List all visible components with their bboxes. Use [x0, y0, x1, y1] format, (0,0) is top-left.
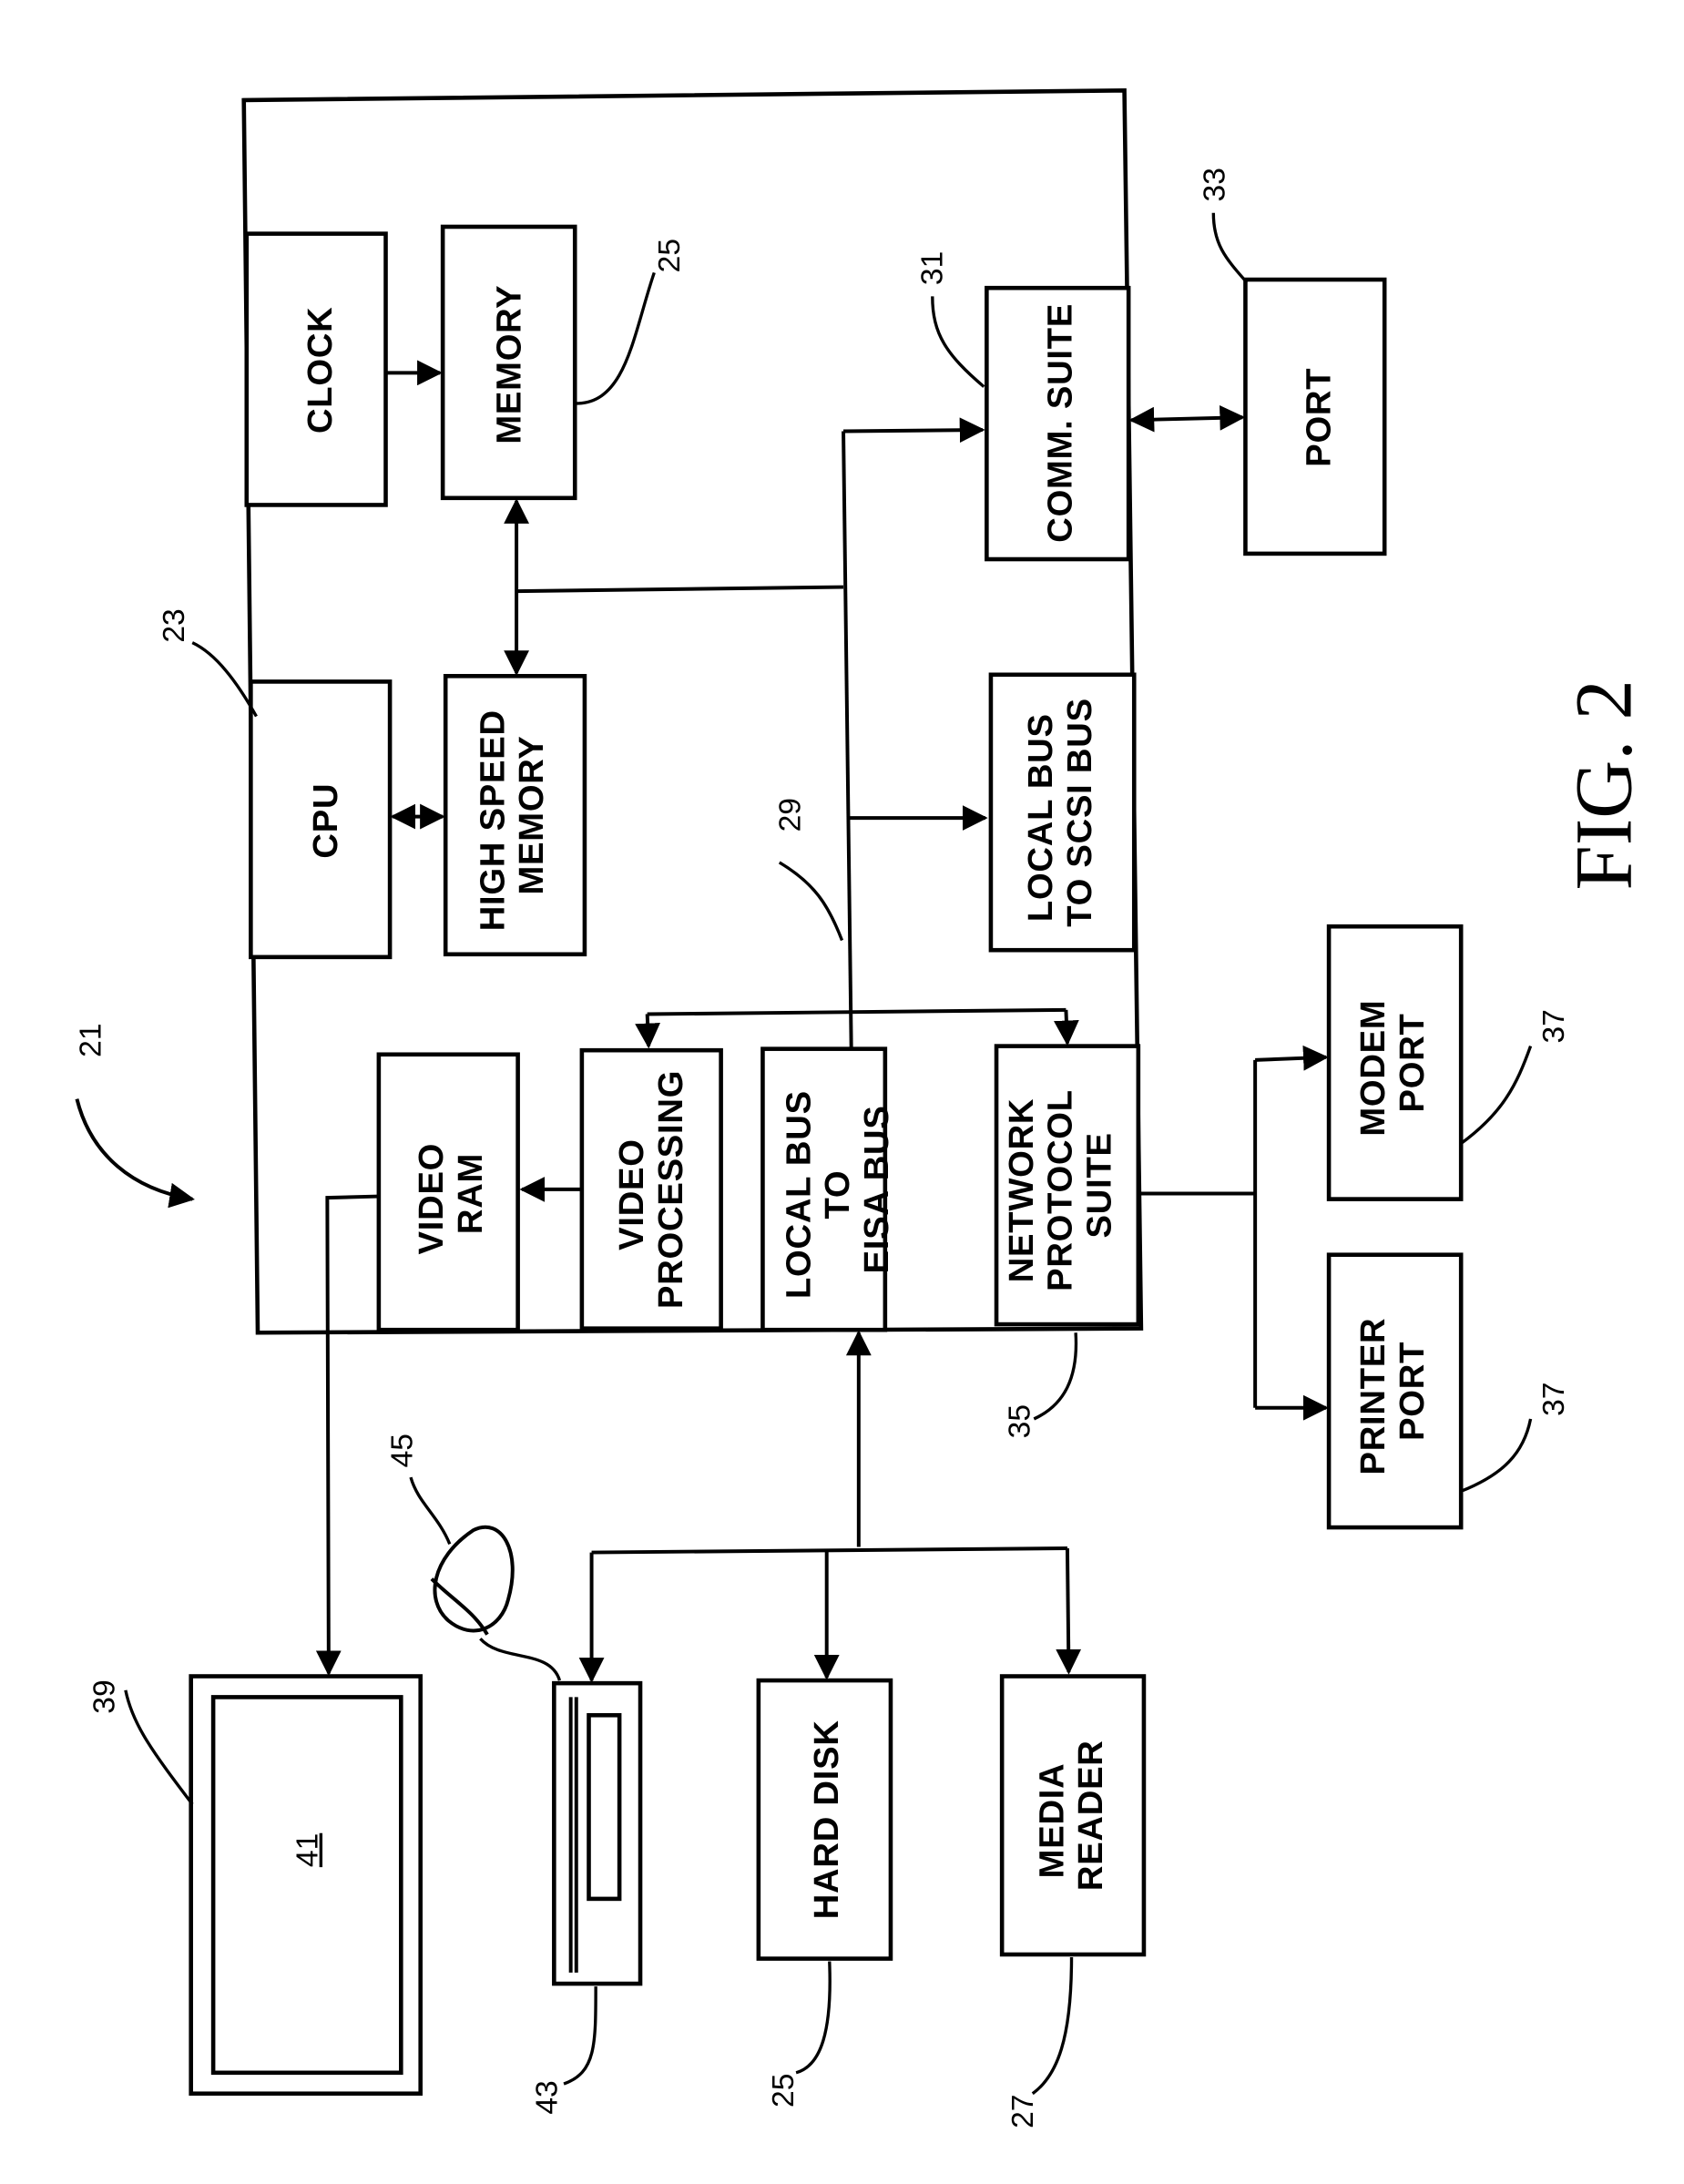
- bus-branch: [516, 585, 844, 594]
- hard-disk-label: HARD DISK: [807, 1720, 846, 1919]
- memory-block: MEMORY: [440, 224, 577, 501]
- network-protocol-suite-block: NETWORK PROTOCOL SUITE: [994, 1044, 1141, 1327]
- modem-port-block: MODEM PORT: [1326, 924, 1464, 1201]
- port-leader: [1211, 212, 1249, 284]
- port-ref: 33: [1199, 168, 1232, 201]
- printer-port-ref: 37: [1537, 1383, 1571, 1416]
- bus-ref: 29: [774, 798, 808, 832]
- video-ram-to-monitor: [315, 1194, 379, 1677]
- hard-disk-leader: [795, 1961, 832, 2075]
- system-ref: 21: [74, 1023, 107, 1056]
- high-speed-memory-block: HIGH SPEED MEMORY: [443, 674, 587, 957]
- comm-suite-ref: 31: [915, 251, 949, 285]
- mouse-ref: 45: [386, 1434, 420, 1467]
- comm-port-arrow: [1128, 404, 1246, 433]
- local-bus-scsi-label: LOCAL BUS TO SCSI BUS: [1021, 698, 1099, 927]
- hard-disk-block: HARD DISK: [756, 1678, 893, 1961]
- mouse-leader: [409, 1476, 452, 1546]
- media-reader-ref: 27: [1006, 2095, 1040, 2128]
- netproto-ref: 35: [1004, 1404, 1037, 1438]
- keyboard-leader: [563, 1986, 597, 2086]
- port-label: PORT: [1300, 368, 1339, 467]
- cpu-block: CPU: [249, 679, 393, 960]
- media-reader-block: MEDIA READER: [999, 1674, 1147, 1957]
- keyboard-ref: 43: [530, 2080, 564, 2114]
- cpu-leader: [191, 641, 258, 718]
- memory-leader: [576, 271, 656, 405]
- monitor: 41: [189, 1674, 423, 2097]
- peripheral-bus: [591, 1546, 1067, 1555]
- bus-to-netproto-arrow: [1054, 1009, 1079, 1046]
- printer-port-block: PRINTER PORT: [1326, 1252, 1464, 1530]
- port-block: PORT: [1243, 277, 1387, 556]
- hard-disk-ref: 25: [767, 2074, 801, 2107]
- comm-suite-label: COMM. SUITE: [1041, 303, 1080, 543]
- video-processing-block: VIDEO PROCESSING: [579, 1047, 723, 1331]
- clock-block: CLOCK: [244, 231, 388, 507]
- monitor-ref: 39: [88, 1679, 122, 1713]
- bus-to-video-proc-arrow: [635, 1014, 660, 1049]
- bus-vertical: [838, 431, 864, 1088]
- comm-suite-leader: [931, 296, 985, 388]
- local-bus-eisa-block: LOCAL BUS TO EISA BUS: [760, 1046, 896, 1332]
- mouse: [430, 1525, 562, 1681]
- to-modem-arrowhead: [1255, 1045, 1329, 1071]
- video-ram-block: VIDEO RAM: [376, 1052, 520, 1332]
- bus-to-comm-arrow: [843, 417, 985, 444]
- to-mediareader-arrow: [1056, 1547, 1082, 1675]
- media-reader-leader: [1031, 1957, 1074, 2096]
- modem-port-leader: [1460, 1046, 1533, 1145]
- local-bus-scsi-block: LOCAL BUS TO SCSI BUS: [988, 672, 1137, 953]
- modem-port-ref: 37: [1537, 1009, 1571, 1043]
- printer-port-leader: [1460, 1418, 1533, 1493]
- bus-leader: [778, 861, 844, 942]
- figure-title: FIG. 2: [1560, 679, 1649, 890]
- clock-label: CLOCK: [301, 307, 340, 434]
- keyboard: [552, 1680, 643, 1986]
- cpu-label: CPU: [306, 783, 345, 859]
- monitor-screen-ref: 41: [291, 1833, 325, 1867]
- netproto-leader: [1033, 1332, 1078, 1421]
- monitor-leader: [124, 1689, 194, 1806]
- bus-horizontal-split: [647, 1007, 1067, 1016]
- system-ref-arrow: [75, 1098, 195, 1209]
- cpu-ref: 23: [158, 608, 191, 642]
- block-diagram: CLOCK MEMORY 25 CPU 23 HIGH SPEED MEMORY…: [74, 87, 1649, 2128]
- media-reader-label: MEDIA READER: [1032, 1740, 1110, 1891]
- comm-suite-block: COMM. SUITE: [985, 285, 1131, 562]
- memory-label: MEMORY: [490, 285, 529, 444]
- memory-ref: 25: [653, 239, 687, 272]
